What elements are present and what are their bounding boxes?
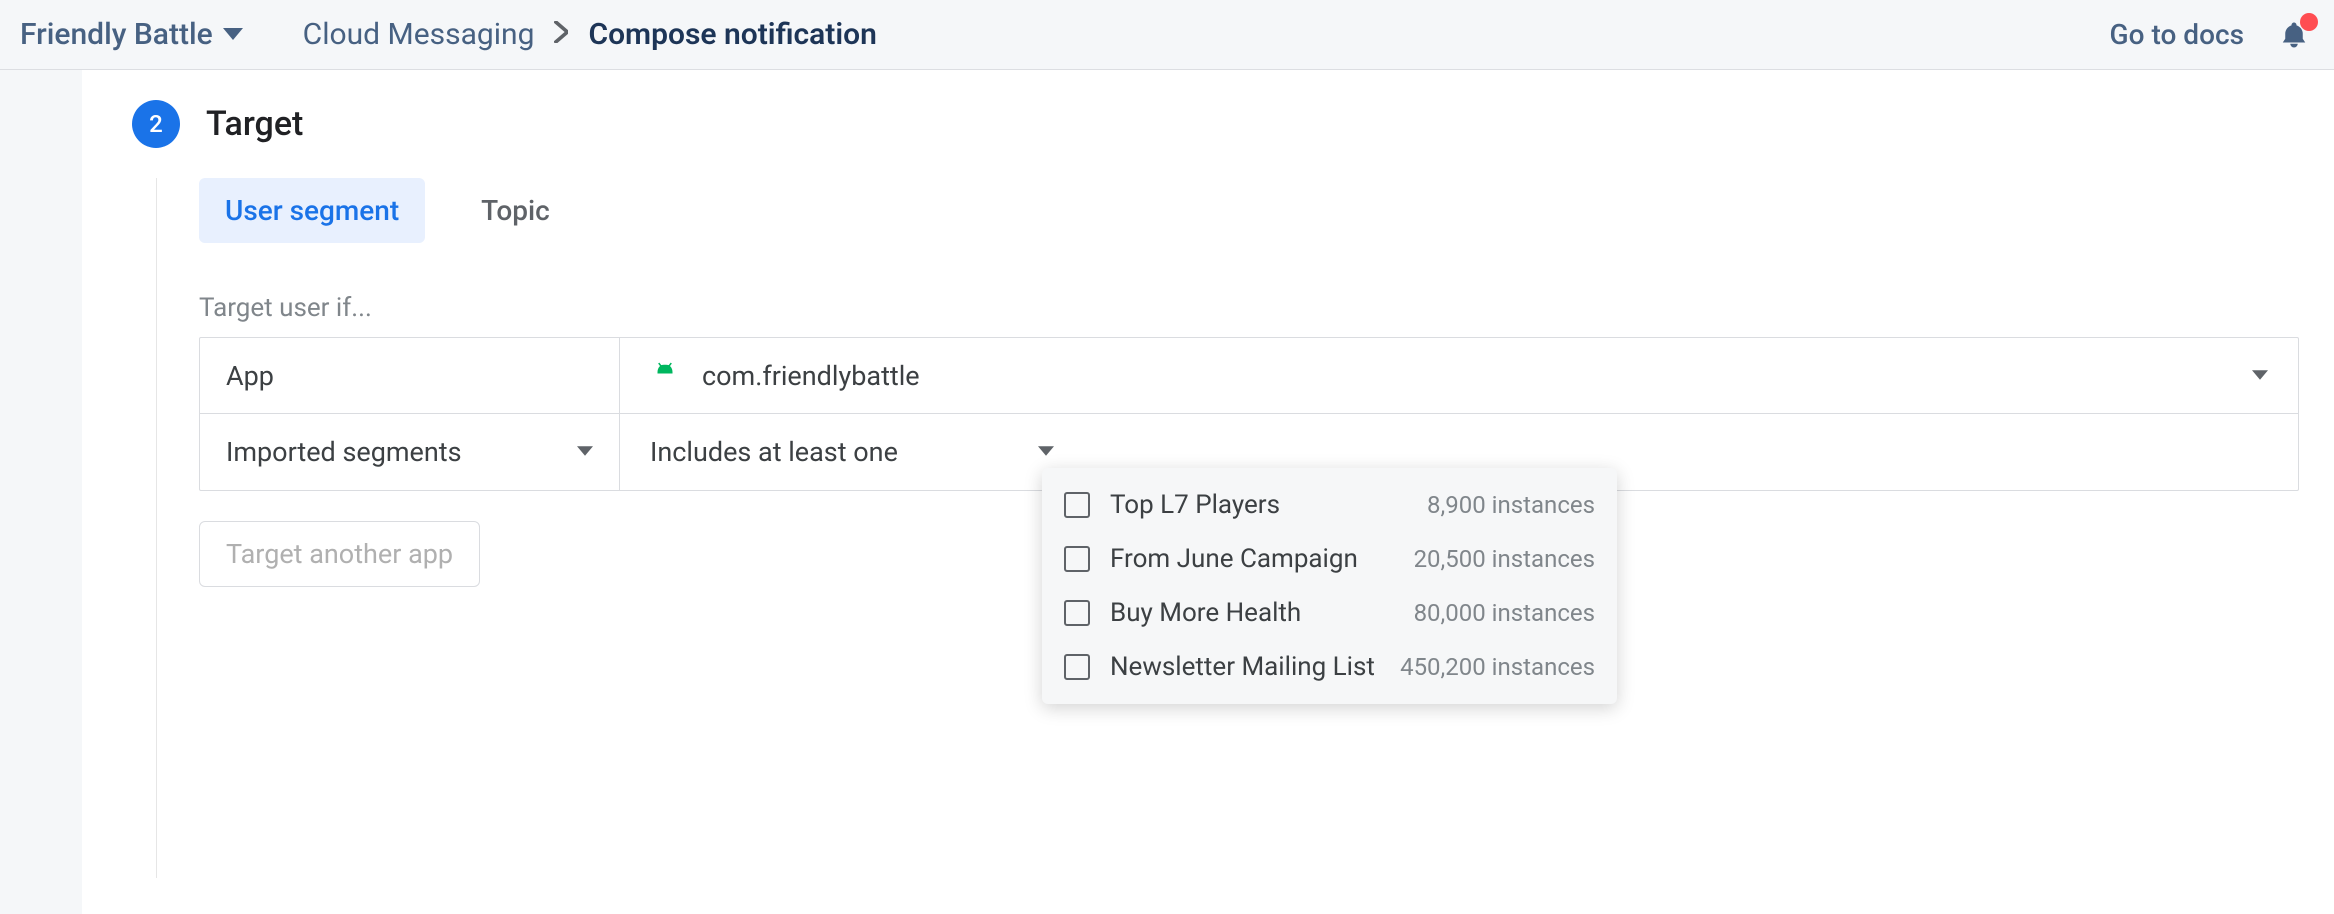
segment-count: 80,000 instances [1414, 599, 1595, 627]
notifications-bell-icon[interactable] [2274, 15, 2314, 55]
checkbox-icon[interactable] [1064, 492, 1090, 518]
segment-count: 450,200 instances [1400, 653, 1595, 681]
top-header: Friendly Battle Cloud Messaging Compose … [0, 0, 2334, 70]
segment-option[interactable]: Buy More Health 80,000 instances [1042, 586, 1617, 640]
content-card: 2 Target User segment Topic Target user … [82, 70, 2334, 914]
app-label-cell: App [200, 338, 620, 413]
tab-topic[interactable]: Topic [455, 178, 576, 243]
android-icon [650, 361, 680, 391]
step-header: 2 Target [82, 100, 2334, 148]
checkbox-icon[interactable] [1064, 600, 1090, 626]
target-tabs: User segment Topic [199, 178, 2334, 243]
chevron-right-icon [554, 20, 568, 50]
includes-label: Includes at least one [650, 436, 898, 468]
tab-user-segment[interactable]: User segment [199, 178, 425, 243]
includes-dropdown-icon [1038, 444, 1054, 460]
segment-option[interactable]: From June Campaign 20,500 instances [1042, 532, 1617, 586]
app-label: App [226, 360, 274, 392]
segment-option[interactable]: Top L7 Players 8,900 instances [1042, 478, 1617, 532]
app-selector[interactable]: com.friendlybattle [620, 338, 2298, 413]
breadcrumb-current: Compose notification [588, 17, 876, 52]
target-row-app: App com.friendlybattle [200, 338, 2298, 414]
segment-label: Top L7 Players [1110, 490, 1427, 520]
project-name[interactable]: Friendly Battle [20, 17, 213, 52]
checkbox-icon[interactable] [1064, 546, 1090, 572]
app-value: com.friendlybattle [702, 360, 920, 392]
segment-label: Buy More Health [1110, 598, 1414, 628]
segment-label: From June Campaign [1110, 544, 1414, 574]
segments-dropdown-icon [577, 444, 593, 460]
segment-option[interactable]: Newsletter Mailing List 450,200 instance… [1042, 640, 1617, 694]
left-gutter [0, 70, 82, 914]
notification-dot-icon [2300, 13, 2318, 31]
target-another-app-button[interactable]: Target another app [199, 521, 480, 587]
segment-count: 20,500 instances [1414, 545, 1595, 573]
checkbox-icon[interactable] [1064, 654, 1090, 680]
step-number-badge: 2 [132, 100, 180, 148]
step-title: Target [206, 104, 303, 144]
target-hint: Target user if... [199, 293, 2334, 323]
app-dropdown-icon[interactable] [2252, 368, 2268, 384]
segments-selector[interactable]: Imported segments [200, 414, 620, 490]
segment-label: Newsletter Mailing List [1110, 652, 1400, 682]
project-dropdown-icon[interactable] [223, 24, 243, 45]
segment-count: 8,900 instances [1427, 491, 1595, 519]
segments-label: Imported segments [226, 436, 462, 468]
breadcrumb-section[interactable]: Cloud Messaging [303, 17, 535, 52]
go-to-docs-link[interactable]: Go to docs [2110, 18, 2244, 51]
segments-dropdown-panel: Top L7 Players 8,900 instances From June… [1042, 468, 1617, 704]
